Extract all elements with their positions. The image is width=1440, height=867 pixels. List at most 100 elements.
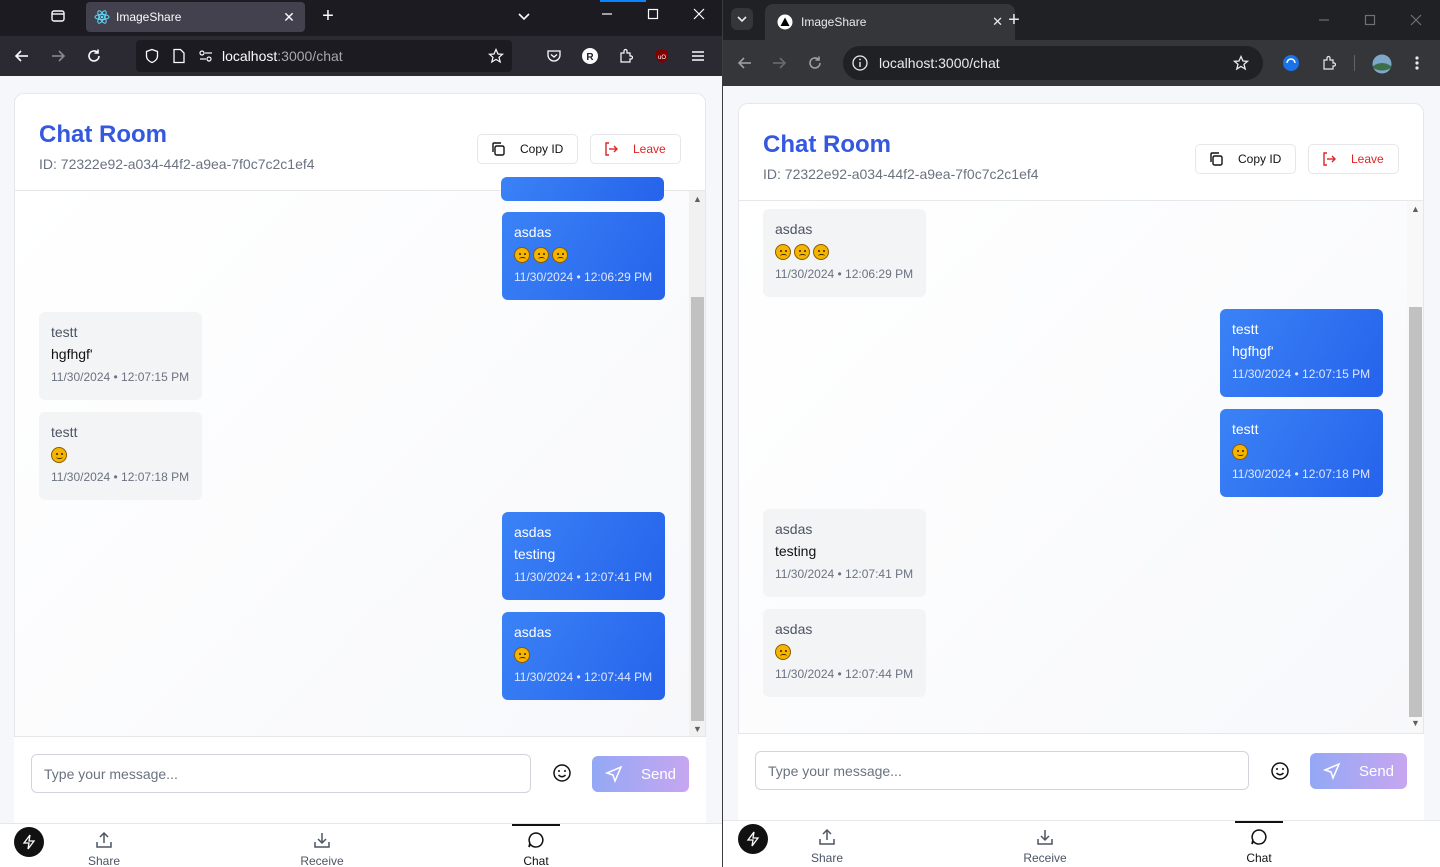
back-icon[interactable] [12, 46, 32, 66]
minimize-icon[interactable] [598, 4, 616, 24]
nav-receive[interactable]: Receive [1015, 821, 1075, 865]
app-viewport: Chat Room ID: 72322e92-a034-44f2-a9ea-7f… [0, 76, 722, 867]
message-timestamp: 11/30/2024 • 12:07:15 PM [51, 370, 190, 384]
reload-icon[interactable] [84, 46, 104, 66]
extensions-icon[interactable] [616, 46, 636, 66]
scroll-up-arrow-icon[interactable]: ▲ [1407, 202, 1423, 216]
scroll-down-arrow-icon[interactable]: ▼ [689, 722, 705, 736]
forward-icon[interactable] [769, 53, 789, 73]
pocket-icon[interactable] [544, 46, 564, 66]
nav-bar: localhost:3000/chat [723, 40, 1440, 86]
message-text [514, 646, 653, 664]
back-icon[interactable] [735, 53, 755, 73]
url-host: localhost [222, 48, 278, 64]
nav-chat[interactable]: Chat [512, 824, 560, 867]
message-text [514, 246, 653, 264]
message-bubble: asdas testing 11/30/2024 • 12:07:41 PM [502, 512, 665, 600]
copy-id-button[interactable]: Copy ID [1195, 144, 1296, 174]
wink-face-emoji-icon [1232, 444, 1248, 461]
ublock-icon[interactable]: uO [652, 46, 672, 66]
extensions-icon[interactable] [1319, 53, 1339, 73]
frown-face-emoji-icon [514, 647, 530, 664]
tab-imageshare[interactable]: ImageShare ✕ [765, 4, 1015, 40]
new-tab-icon[interactable]: + [318, 5, 338, 27]
bottom-nav: Share Receive Chat [723, 820, 1440, 867]
download-icon [1037, 830, 1053, 845]
frown-face-emoji-icon [552, 247, 568, 264]
message-text [1232, 443, 1371, 461]
emoji-picker-icon[interactable] [550, 761, 574, 785]
url-bar[interactable]: localhost:3000/chat [136, 40, 512, 72]
message-text: testing [514, 546, 556, 562]
close-window-icon[interactable] [690, 4, 708, 24]
minimize-icon[interactable] [1315, 10, 1333, 30]
message-sender: asdas [514, 224, 552, 240]
list-tabs-chevron-icon[interactable] [514, 6, 534, 26]
url-bar[interactable]: localhost:3000/chat [843, 46, 1263, 80]
tab-title: ImageShare [801, 15, 867, 29]
frown-face-emoji-icon [813, 244, 829, 261]
nav-chat[interactable]: Chat [1235, 821, 1283, 865]
message-list[interactable]: asdas 11/30/2024 • 12:06:29 PM testt hgfhgf… [15, 177, 705, 752]
menu-icon[interactable] [688, 46, 708, 66]
tab-title: ImageShare [116, 10, 182, 24]
copy-id-label: Copy ID [520, 142, 564, 156]
close-tab-icon[interactable]: ✕ [992, 14, 1003, 30]
maximize-icon[interactable] [1361, 10, 1379, 30]
nav-share[interactable]: Share [797, 821, 857, 865]
message-list[interactable]: asdas 11/30/2024 • 12:06:29 PM testt hgfhgf… [739, 201, 1423, 752]
scroll-down-arrow-icon[interactable]: ▼ [1407, 716, 1423, 730]
chat-bubble-icon [528, 832, 544, 848]
bookmark-star-icon[interactable] [488, 48, 504, 64]
reload-icon[interactable] [805, 53, 825, 73]
tab-imageshare[interactable]: ImageShare ✕ [86, 2, 305, 32]
tab-overview-icon[interactable] [48, 6, 68, 26]
url-text: localhost:3000/chat [879, 55, 1000, 71]
app-logo-icon [777, 14, 793, 30]
scroll-thumb[interactable] [691, 297, 704, 721]
message-timestamp: 11/30/2024 • 12:07:44 PM [775, 667, 914, 681]
message-bubble-partial [501, 177, 664, 201]
bolt-icon[interactable] [14, 827, 44, 857]
tab-search-chevron-icon[interactable] [731, 8, 753, 30]
message-bubble: testt 11/30/2024 • 12:07:18 PM [1220, 409, 1383, 497]
nav-share[interactable]: Share [74, 824, 134, 867]
send-button[interactable]: Send [1310, 753, 1407, 789]
profile-avatar-icon[interactable] [1371, 53, 1393, 75]
nav-receive[interactable]: Receive [292, 824, 352, 867]
maximize-icon[interactable] [644, 4, 662, 24]
send-button[interactable]: Send [592, 756, 689, 792]
page-title: Chat Room [39, 121, 167, 148]
message-sender: asdas [775, 521, 813, 537]
chat-card: Chat Room ID: 72322e92-a034-44f2-a9ea-7f… [14, 93, 706, 753]
leave-button[interactable]: Leave [1308, 144, 1399, 174]
scroll-thumb[interactable] [1409, 307, 1422, 717]
new-tab-icon[interactable]: + [1004, 9, 1024, 31]
copy-id-button[interactable]: Copy ID [477, 134, 578, 164]
message-input[interactable] [31, 754, 531, 793]
bolt-icon[interactable] [738, 824, 768, 854]
scroll-up-arrow-icon[interactable]: ▲ [689, 192, 705, 206]
forward-icon[interactable] [48, 46, 68, 66]
react-icon [94, 10, 110, 24]
frown-face-emoji-icon [533, 247, 549, 264]
emoji-picker-icon[interactable] [1268, 759, 1292, 783]
message-input[interactable] [755, 751, 1249, 790]
message-sender: testt [51, 324, 78, 340]
message-text: hgfhgf' [1232, 343, 1274, 359]
nav-share-label: Share [87, 854, 121, 867]
tab-bar: ImageShare ✕ + [723, 0, 1440, 40]
site-info-icon [852, 55, 868, 71]
extension-blue-icon[interactable] [1281, 53, 1301, 73]
scrollbar[interactable]: ▲ ▼ [1407, 201, 1423, 731]
profile-icon[interactable]: R [580, 46, 600, 66]
bookmark-star-icon[interactable] [1231, 53, 1251, 73]
close-window-icon[interactable] [1407, 10, 1425, 30]
message-sender: asdas [514, 624, 552, 640]
scrollbar[interactable]: ▲ ▼ [689, 191, 705, 737]
message-bubble: testt hgfhgf' 11/30/2024 • 12:07:15 PM [1220, 309, 1383, 397]
leave-button[interactable]: Leave [590, 134, 681, 164]
more-menu-icon[interactable] [1409, 53, 1425, 73]
close-tab-icon[interactable]: ✕ [281, 9, 297, 26]
svg-text:R: R [586, 52, 594, 63]
